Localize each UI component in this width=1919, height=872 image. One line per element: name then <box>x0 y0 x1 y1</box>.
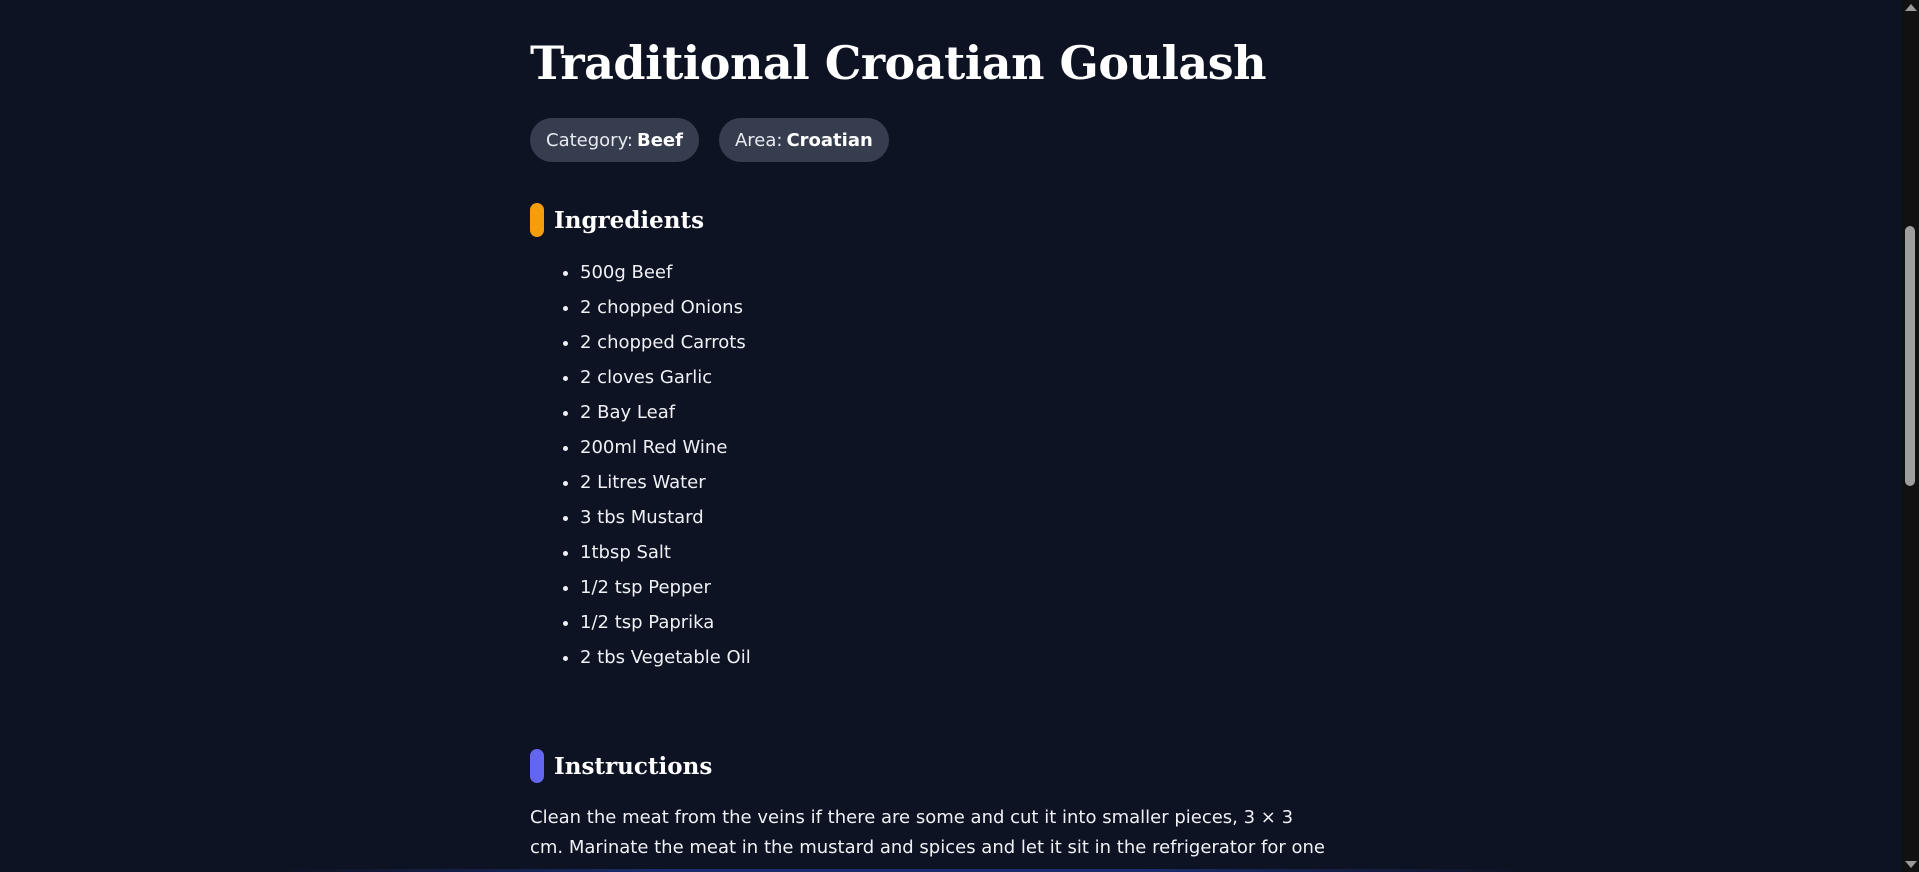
recipe-page: Traditional Croatian Goulash Category: B… <box>0 0 1919 872</box>
scroll-up-arrow-icon[interactable] <box>1905 4 1917 11</box>
ingredient-item: 2 tbs Vegetable Oil <box>580 640 751 675</box>
area-badge: Area: Croatian <box>718 118 889 162</box>
area-label: Area: <box>734 129 783 151</box>
ingredient-item: 3 tbs Mustard <box>580 500 751 535</box>
category-value: Beef <box>636 129 683 151</box>
instructions-accent-bar <box>530 749 544 783</box>
ingredient-item: 1/2 tsp Paprika <box>580 605 751 640</box>
area-value: Croatian <box>786 129 873 151</box>
ingredients-list: 500g Beef2 chopped Onions2 chopped Carro… <box>530 255 751 675</box>
ingredients-accent-bar <box>530 203 544 237</box>
ingredients-header: Ingredients <box>530 203 704 237</box>
ingredient-item: 2 Bay Leaf <box>580 395 751 430</box>
recipe-title: Traditional Croatian Goulash <box>530 36 1267 90</box>
scroll-down-arrow-icon[interactable] <box>1905 861 1917 868</box>
ingredient-item: 2 cloves Garlic <box>580 360 751 395</box>
ingredient-item: 2 chopped Onions <box>580 290 751 325</box>
vertical-scrollbar[interactable] <box>1902 0 1919 872</box>
ingredient-item: 1/2 tsp Pepper <box>580 570 751 605</box>
ingredient-item: 2 Litres Water <box>580 465 751 500</box>
ingredients-heading: Ingredients <box>554 206 705 234</box>
recipe-badges: Category: Beef Area: Croatian <box>530 118 889 162</box>
ingredient-item: 1tbsp Salt <box>580 535 751 570</box>
instructions-heading: Instructions <box>554 752 713 780</box>
ingredient-item: 500g Beef <box>580 255 751 290</box>
instructions-text: Clean the meat from the veins if there a… <box>530 807 1325 872</box>
ingredient-item: 2 chopped Carrots <box>580 325 751 360</box>
ingredient-item: 200ml Red Wine <box>580 430 751 465</box>
instructions-header: Instructions <box>530 749 712 783</box>
category-label: Category: <box>546 129 633 151</box>
category-badge: Category: Beef <box>530 118 699 162</box>
scrollbar-thumb[interactable] <box>1905 226 1915 486</box>
